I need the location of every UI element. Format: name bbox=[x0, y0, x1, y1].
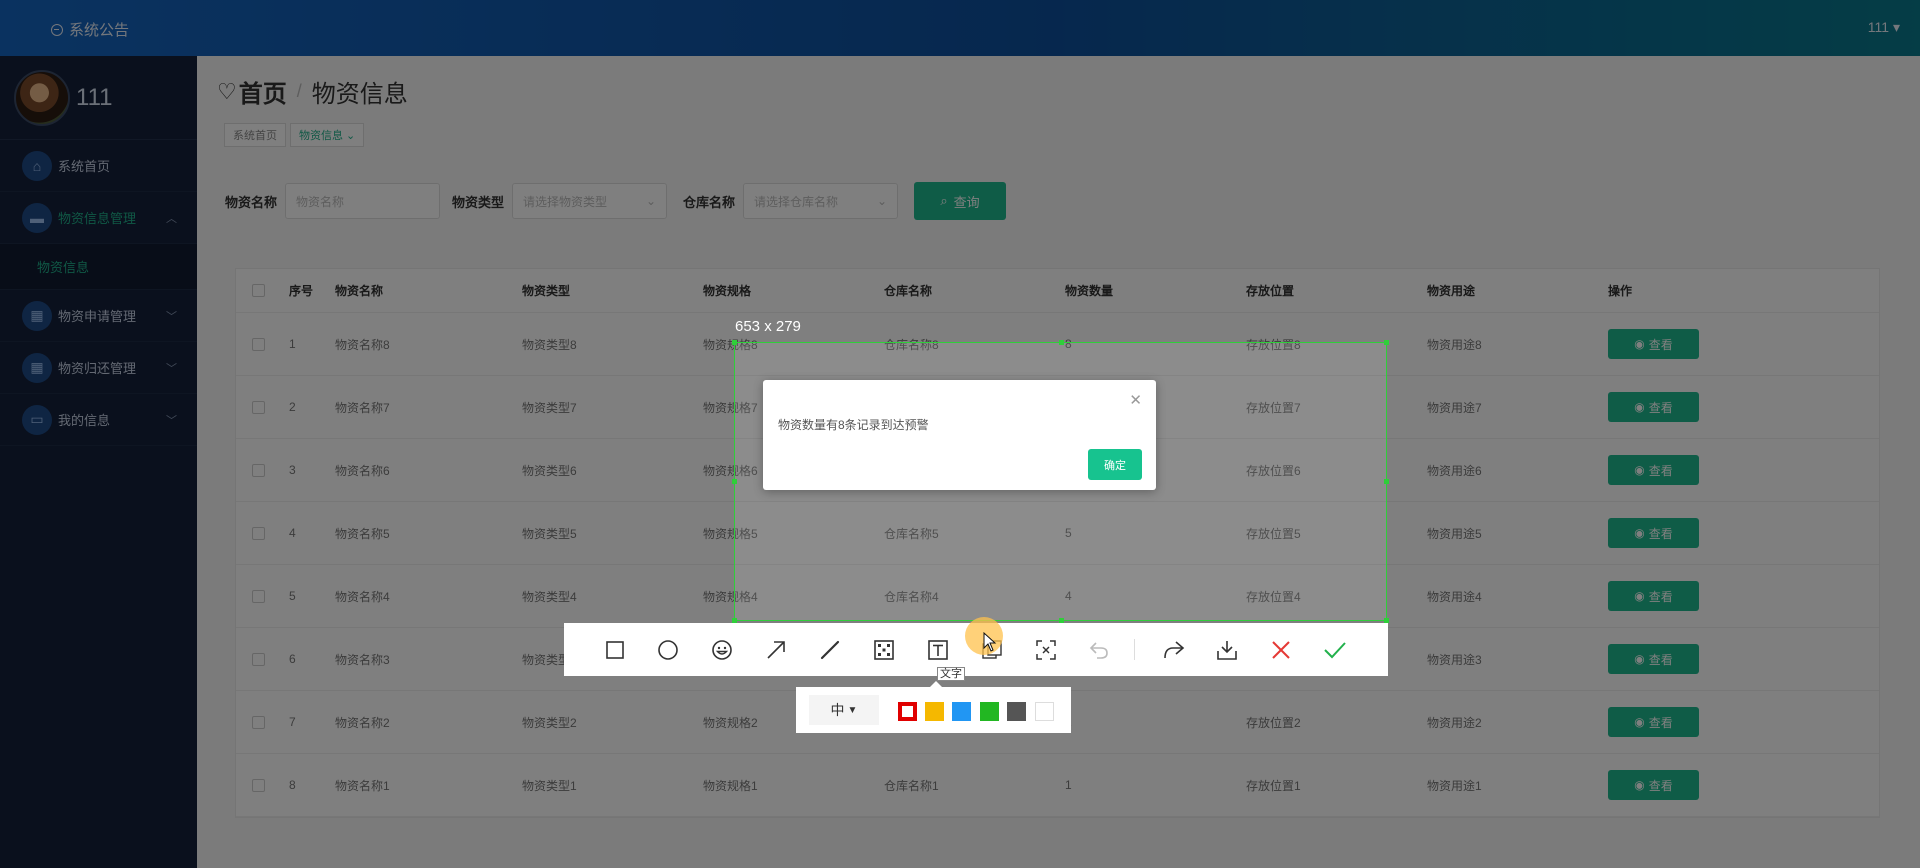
color-swatch-gray[interactable] bbox=[1007, 702, 1026, 721]
mosaic-icon[interactable] bbox=[870, 636, 898, 664]
toolbar-divider bbox=[1134, 639, 1135, 660]
ellipse-icon[interactable] bbox=[654, 636, 682, 664]
undo-icon[interactable] bbox=[1085, 636, 1113, 664]
emoji-icon[interactable] bbox=[708, 636, 736, 664]
warning-dialog: ✕ 物资数量有8条记录到达预警 确定 bbox=[763, 380, 1156, 490]
color-swatch-red[interactable] bbox=[898, 702, 917, 721]
color-palette: 中 ▼ bbox=[796, 681, 1071, 733]
cancel-icon[interactable] bbox=[1267, 636, 1295, 664]
color-swatch-blue[interactable] bbox=[952, 702, 971, 721]
color-swatch-yellow[interactable] bbox=[925, 702, 944, 721]
save-icon[interactable] bbox=[1213, 636, 1241, 664]
mouse-cursor-icon bbox=[983, 631, 997, 655]
ocr-icon[interactable] bbox=[1032, 636, 1060, 664]
color-swatch-white[interactable] bbox=[1035, 702, 1054, 721]
close-icon[interactable]: ✕ bbox=[1129, 391, 1142, 409]
selection-size-label: 653 x 279 bbox=[735, 318, 801, 335]
caret-down-icon: ▼ bbox=[847, 704, 858, 716]
size-select[interactable]: 中 ▼ bbox=[809, 695, 879, 725]
rectangle-icon[interactable] bbox=[601, 636, 629, 664]
resize-handle[interactable] bbox=[1384, 479, 1389, 484]
resize-handle[interactable] bbox=[732, 479, 737, 484]
color-swatch-green[interactable] bbox=[980, 702, 999, 721]
pen-icon[interactable] bbox=[816, 636, 844, 664]
redo-icon[interactable] bbox=[1160, 636, 1188, 664]
dialog-message: 物资数量有8条记录到达预警 bbox=[778, 418, 929, 432]
confirm-icon[interactable] bbox=[1321, 636, 1349, 664]
arrow-icon[interactable] bbox=[762, 636, 790, 664]
tool-tooltip: 文字 bbox=[937, 667, 965, 681]
resize-handle[interactable] bbox=[1059, 340, 1064, 345]
text-icon[interactable] bbox=[924, 636, 952, 664]
confirm-button[interactable]: 确定 bbox=[1088, 449, 1142, 480]
resize-handle[interactable] bbox=[1384, 340, 1389, 345]
resize-handle[interactable] bbox=[732, 340, 737, 345]
size-select-label: 中 bbox=[830, 702, 845, 718]
